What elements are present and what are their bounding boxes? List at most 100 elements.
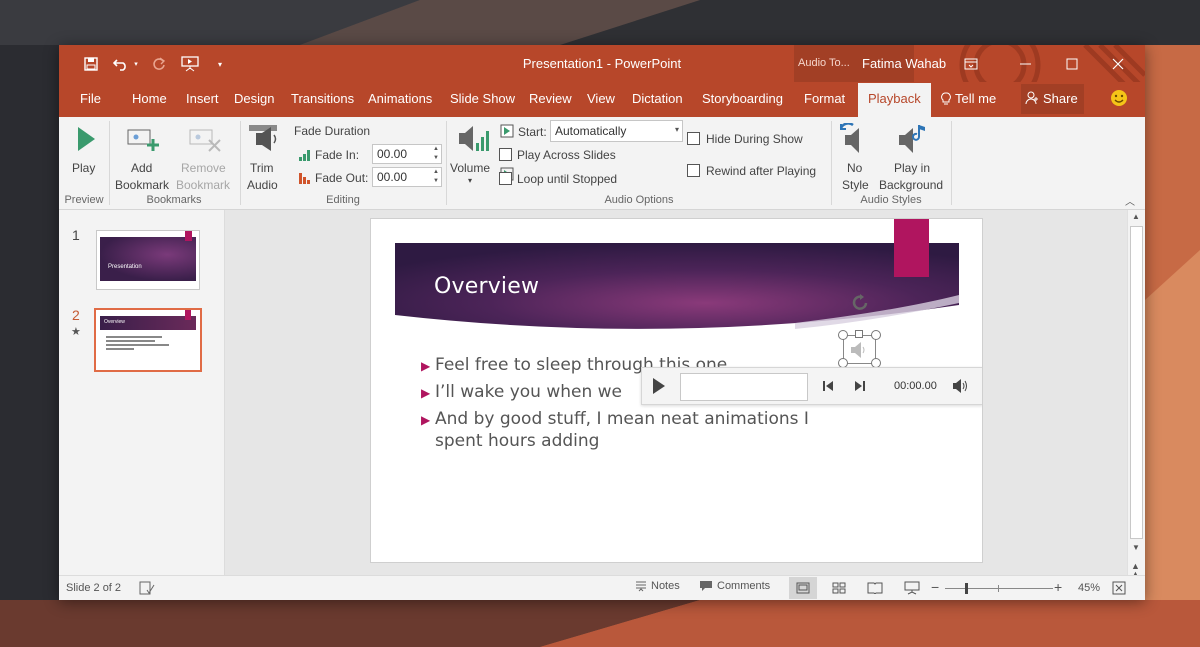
ribbon-display-options-button[interactable] xyxy=(948,45,994,82)
speaker-icon xyxy=(851,342,865,358)
add-bookmark-icon xyxy=(127,129,159,151)
player-progress-bar[interactable] xyxy=(680,373,808,401)
no-style-icon xyxy=(839,123,859,153)
selection-handle[interactable] xyxy=(855,330,863,338)
play-icon xyxy=(78,127,95,151)
slide-title[interactable]: Overview xyxy=(434,274,539,299)
tab-storyboarding[interactable]: Storyboarding xyxy=(702,91,783,106)
normal-view-button[interactable] xyxy=(789,577,817,599)
rewind-after-playing-label: Rewind after Playing xyxy=(706,164,817,178)
start-icon-top xyxy=(500,124,514,138)
user-name[interactable]: Fatima Wahab xyxy=(862,56,946,71)
no-style-label-1: No xyxy=(847,161,863,175)
bullet-2[interactable]: ▶ I’ll wake you when we xyxy=(421,382,622,402)
zoom-level[interactable]: 45% xyxy=(1078,582,1100,594)
selection-handle[interactable] xyxy=(871,330,881,340)
group-separator xyxy=(109,121,110,205)
zoom-in-button[interactable]: + xyxy=(1054,579,1062,595)
player-play-button[interactable] xyxy=(652,377,666,395)
player-mute-button[interactable] xyxy=(952,378,970,394)
minimize-button[interactable] xyxy=(1003,45,1049,82)
bullet-3[interactable]: ▶ And by good stuff, I mean neat animati… xyxy=(421,409,809,429)
scroll-thumb[interactable] xyxy=(1130,226,1143,539)
bullet-arrow-icon: ▶ xyxy=(421,359,431,373)
tab-insert[interactable]: Insert xyxy=(186,91,219,106)
smiley-feedback-icon[interactable] xyxy=(1110,89,1128,107)
slide-thumbnail-2[interactable]: Overview xyxy=(94,308,202,372)
spell-check-icon[interactable] xyxy=(139,581,155,595)
volume-dropdown-icon: ▾ xyxy=(468,176,473,185)
tab-view[interactable]: View xyxy=(587,91,615,106)
fade-out-label: Fade Out: xyxy=(315,171,369,185)
slide-canvas[interactable]: Overview ▶ Feel free to sleep through th… xyxy=(370,218,983,563)
play-in-background-label-2: Background xyxy=(879,178,944,192)
hide-during-show-checkbox[interactable] xyxy=(687,132,700,145)
remove-bookmark-button[interactable]: Remove Bookmark xyxy=(175,121,237,192)
start-value: Automatically xyxy=(555,124,627,138)
player-skip-back-button[interactable] xyxy=(822,380,834,392)
tell-me-search[interactable]: Tell me xyxy=(941,91,996,106)
thumbnail-title: Presentation xyxy=(108,264,142,270)
no-style-button[interactable]: No Style xyxy=(835,121,875,193)
remove-bookmark-icon xyxy=(189,129,221,152)
normal-view-icon xyxy=(796,582,810,594)
scroll-down-icon[interactable]: ▼ xyxy=(1132,543,1140,552)
tab-animations[interactable]: Animations xyxy=(368,91,432,106)
play-preview-button[interactable]: Play xyxy=(64,121,104,187)
bullet-text: And by good stuff, I mean neat animation… xyxy=(435,409,809,429)
reading-view-icon[interactable] xyxy=(867,582,883,594)
status-bar: Slide 2 of 2 Notes Comments − + 45% xyxy=(59,575,1145,600)
vertical-scrollbar[interactable]: ▲ ▼ ▲ ▲ xyxy=(1127,210,1145,579)
tab-playback[interactable]: Playback xyxy=(858,83,931,117)
play-in-background-button[interactable]: Play in Background xyxy=(877,121,949,193)
tab-file[interactable]: File xyxy=(80,91,101,106)
zoom-slider[interactable] xyxy=(945,583,1053,594)
tab-slide-show[interactable]: Slide Show xyxy=(450,91,515,106)
bullet-arrow-icon: ▶ xyxy=(421,413,431,427)
spin-up-icon[interactable]: ▲ xyxy=(433,146,439,152)
fade-in-icon xyxy=(299,150,310,161)
collapse-ribbon-icon[interactable]: ︿ xyxy=(1125,193,1135,208)
tab-design[interactable]: Design xyxy=(234,91,274,106)
loop-until-stopped-checkbox[interactable] xyxy=(499,172,512,185)
tab-dictation[interactable]: Dictation xyxy=(632,91,683,106)
slide-show-icon[interactable] xyxy=(904,581,920,595)
bullet-3-continued[interactable]: spent hours adding xyxy=(435,431,599,451)
spin-up-icon[interactable]: ▲ xyxy=(433,169,439,175)
tab-format[interactable]: Format xyxy=(804,91,845,106)
fade-in-input[interactable]: 00.00 ▲ ▼ xyxy=(372,144,442,164)
remove-bookmark-label-2: Bookmark xyxy=(176,178,231,192)
tab-transitions[interactable]: Transitions xyxy=(291,91,354,106)
group-separator xyxy=(240,121,241,205)
title-bar: ▾ ▾ Presentation1 - PowerPoint Audio To.… xyxy=(59,45,1145,119)
play-across-slides-checkbox[interactable] xyxy=(499,148,512,161)
spin-down-icon[interactable]: ▼ xyxy=(433,155,439,161)
zoom-out-button[interactable]: − xyxy=(931,579,939,595)
thumbnail-number: 2 xyxy=(72,307,80,323)
fade-out-input[interactable]: 00.00 ▲ ▼ xyxy=(372,167,442,187)
tab-review[interactable]: Review xyxy=(529,91,572,106)
fit-to-window-icon[interactable] xyxy=(1112,581,1126,595)
volume-button[interactable]: Volume ▾ xyxy=(449,121,497,193)
scroll-up-icon[interactable]: ▲ xyxy=(1132,212,1140,221)
zoom-slider-thumb[interactable] xyxy=(965,583,968,594)
volume-icon xyxy=(459,126,489,151)
notes-button[interactable]: Notes xyxy=(635,580,680,592)
tab-home[interactable]: Home xyxy=(132,91,167,106)
slide-thumbnail-1[interactable]: Presentation xyxy=(96,230,200,290)
comment-icon xyxy=(700,581,712,591)
rewind-after-playing-checkbox[interactable] xyxy=(687,164,700,177)
add-bookmark-button[interactable]: Add Bookmark xyxy=(113,121,175,192)
maximize-button[interactable] xyxy=(1049,45,1095,82)
start-dropdown[interactable]: Automatically ▾ xyxy=(550,120,683,142)
player-skip-forward-button[interactable] xyxy=(854,380,866,392)
remove-bookmark-label-1: Remove xyxy=(181,161,226,175)
selection-handle[interactable] xyxy=(838,330,848,340)
share-button[interactable]: Share xyxy=(1021,84,1084,114)
comments-button[interactable]: Comments xyxy=(699,580,770,592)
trim-audio-button[interactable]: Trim Audio xyxy=(243,121,285,192)
close-button[interactable] xyxy=(1095,45,1141,82)
rotate-handle-icon[interactable] xyxy=(849,292,871,314)
slide-sorter-icon[interactable] xyxy=(832,582,846,594)
spin-down-icon[interactable]: ▼ xyxy=(433,178,439,184)
